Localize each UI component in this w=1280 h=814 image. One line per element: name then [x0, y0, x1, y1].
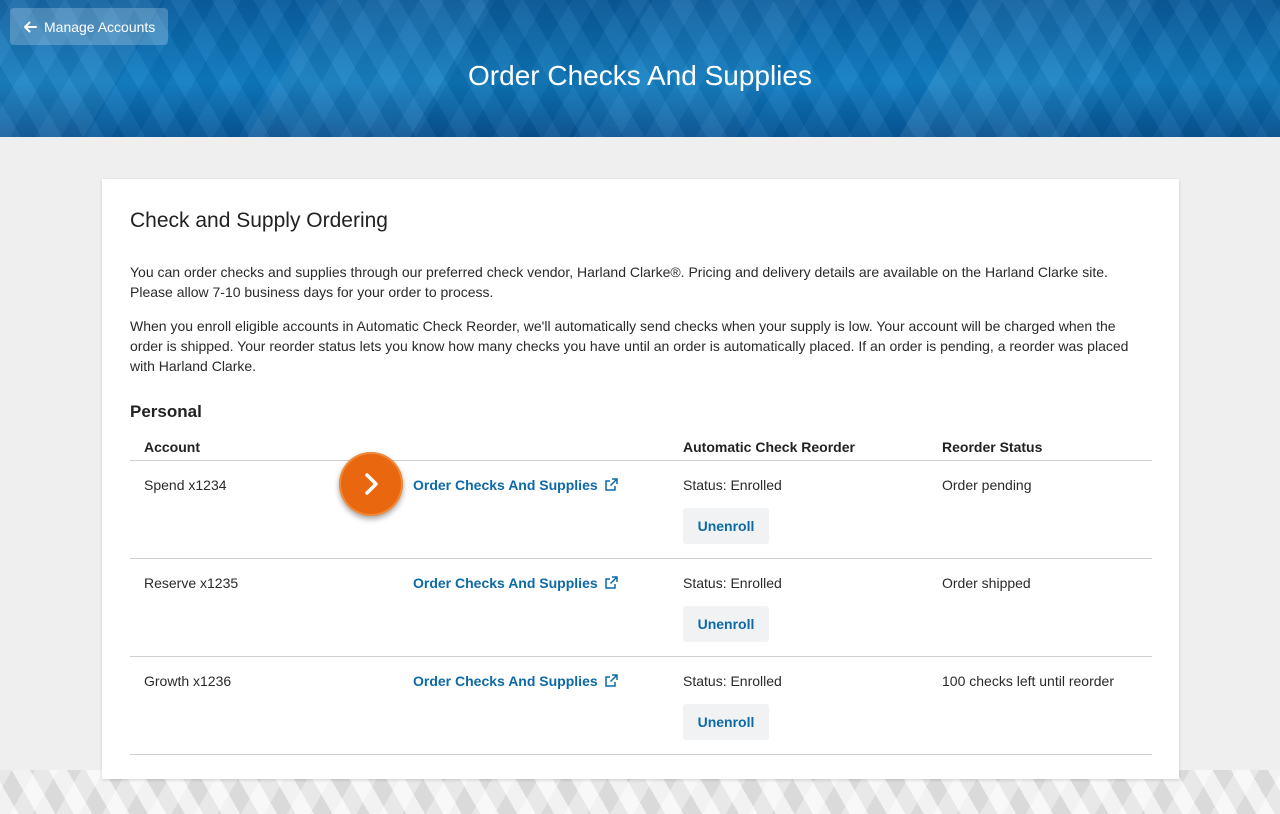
external-link-icon	[604, 478, 618, 491]
header-account: Account	[144, 439, 200, 455]
enrollment-status: Status: Enrolled	[683, 575, 782, 591]
header-reorder-status: Reorder Status	[942, 439, 1043, 455]
reorder-status: 100 checks left until reorder	[942, 673, 1114, 689]
manage-accounts-back-button[interactable]: Manage Accounts	[10, 8, 168, 45]
order-checks-link[interactable]: Order Checks And Supplies	[413, 477, 618, 493]
back-button-label: Manage Accounts	[44, 18, 156, 35]
chevron-right-icon	[365, 473, 378, 495]
page-title: Order Checks And Supplies	[468, 60, 812, 91]
table-header: Account Automatic Check Reorder Reorder …	[130, 434, 1152, 461]
external-link-icon	[604, 674, 618, 687]
card-title: Check and Supply Ordering	[130, 209, 388, 232]
reorder-status: Order shipped	[942, 575, 1031, 591]
external-link-icon	[604, 576, 618, 589]
account-name: Growth x1236	[144, 673, 232, 689]
table-row: Growth x1236 Order Checks And Supplies S…	[130, 657, 1152, 755]
unenroll-button[interactable]: Unenroll	[683, 508, 769, 544]
account-name: Reserve x1235	[144, 575, 239, 591]
enrollment-status: Status: Enrolled	[683, 477, 782, 493]
reorder-status: Order pending	[942, 477, 1032, 493]
unenroll-button[interactable]: Unenroll	[683, 606, 769, 642]
hint-marker[interactable]	[339, 452, 403, 516]
order-checks-link[interactable]: Order Checks And Supplies	[413, 673, 618, 689]
enrollment-status: Status: Enrolled	[683, 673, 782, 689]
check-ordering-card: Check and Supply Ordering You can order …	[102, 179, 1179, 779]
order-checks-link[interactable]: Order Checks And Supplies	[413, 575, 618, 591]
section-title-personal: Personal	[130, 402, 202, 421]
auto-reorder-paragraph: When you enroll eligible accounts in Aut…	[130, 318, 1129, 374]
unenroll-button[interactable]: Unenroll	[683, 704, 769, 740]
header-auto-reorder: Automatic Check Reorder	[683, 439, 855, 455]
account-name: Spend x1234	[144, 477, 227, 493]
arrow-left-icon	[24, 21, 37, 32]
order-checks-link-label: Order Checks And Supplies	[413, 673, 598, 689]
intro-paragraph: You can order checks and supplies throug…	[130, 264, 1108, 300]
accounts-table: Account Automatic Check Reorder Reorder …	[130, 434, 1152, 755]
page-header: Manage Accounts Order Checks And Supplie…	[0, 0, 1280, 137]
table-row: Spend x1234 Order Checks And Supplies St…	[130, 461, 1152, 559]
table-row: Reserve x1235 Order Checks And Supplies …	[130, 559, 1152, 657]
order-checks-link-label: Order Checks And Supplies	[413, 477, 598, 493]
order-checks-link-label: Order Checks And Supplies	[413, 575, 598, 591]
